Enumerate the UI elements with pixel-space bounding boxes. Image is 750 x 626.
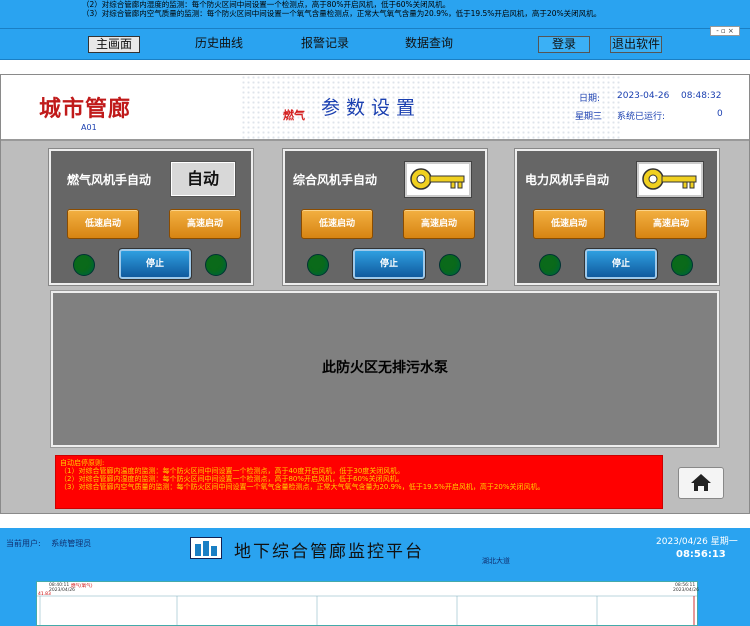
page-title: 参数设置 (321, 97, 422, 119)
combined-fan-title: 综合风机手自动 (293, 173, 378, 187)
nav-history-curve[interactable]: 历史曲线 (186, 36, 252, 53)
gas-fan-title: 燃气风机手自动 (67, 173, 152, 187)
platform-logo (190, 537, 222, 559)
power-fan-title: 电力风机手自动 (525, 173, 610, 187)
chart-area: 08:40:11 燃气(氧气) 2023/04/26 41.83 08:56:1… (0, 568, 750, 626)
combined-fan-card: 综合风机手自动 低速启动 高速启动 停止 (282, 148, 488, 286)
trend-chart: 08:40:11 燃气(氧气) 2023/04/26 41.83 08:56:1… (36, 581, 699, 626)
nav-main-screen[interactable]: 主画面 (88, 36, 140, 53)
power-fan-low-indicator (539, 254, 561, 276)
location-name: 湖北大道 (482, 557, 510, 565)
key-icon (642, 168, 697, 190)
top-info-line: （3）对综合管廊内空气质量的监测：每个防火区间中间设置一个氧气含量检测点，正常大… (82, 9, 602, 18)
user-label: 当前用户: (6, 539, 41, 548)
combined-fan-low-speed-button[interactable]: 低速启动 (301, 209, 373, 239)
home-button[interactable] (678, 467, 724, 499)
notice-line: （2）对综合管廊内湿度的监测：每个防火区间中间设置一个检测点，高于80%开启风机… (60, 475, 404, 483)
nav-exit[interactable]: 退出软件 (610, 36, 662, 53)
nav-alarm-record[interactable]: 报警记录 (292, 36, 358, 53)
platform-bar: 当前用户: 系统管理员 地下综合管廊监控平台 湖北大道 2023/04/26 星… (0, 528, 750, 568)
main-panel: 城市管廊 A01 燃气 参数设置 日期: 2023-04-26 08:48:32… (0, 74, 750, 514)
gas-fan-mode-toggle[interactable]: 自动 (170, 161, 236, 197)
power-fan-low-speed-button[interactable]: 低速启动 (533, 209, 605, 239)
combined-fan-stop-button[interactable]: 停止 (352, 248, 426, 280)
home-icon (691, 474, 711, 491)
power-fan-high-indicator (671, 254, 693, 276)
pump-status-message: 此防火区无排污水泵 (50, 290, 720, 448)
current-user: 当前用户: 系统管理员 (6, 538, 91, 549)
date-label: 日期: (579, 94, 601, 104)
weekday: 星期三 (575, 112, 603, 122)
top-info-line: （2）对综合管廊内湿度的监测：每个防火区间中间设置一个检测点，高于80%开启风机… (82, 0, 451, 9)
chart-right-date: 2023/04/26 (673, 588, 699, 593)
platform-title: 地下综合管廊监控平台 (234, 542, 424, 562)
time-value: 08:48:32 (681, 91, 722, 101)
auto-rules-notice: 自动启停原则: （1）对综合管廊内温度的监测：每个防火区间中间设置一个检测点，高… (55, 455, 663, 509)
combined-fan-key-switch[interactable] (404, 161, 472, 198)
chart-y-tick: 41.83 (38, 592, 51, 597)
nav-data-query[interactable]: 数据查询 (396, 36, 462, 53)
top-info-strip: （2）对综合管廊内湿度的监测：每个防火区间中间设置一个检测点，高于80%开启风机… (0, 0, 750, 28)
panel-header: 城市管廊 A01 燃气 参数设置 日期: 2023-04-26 08:48:32… (1, 75, 749, 141)
footer-date: 2023/04/26 星期一 (656, 537, 738, 547)
user-name: 系统管理员 (51, 539, 92, 548)
gas-fan-low-indicator (73, 254, 95, 276)
combined-fan-high-indicator (439, 254, 461, 276)
chart-left-date: 2023/04/26 (49, 588, 75, 593)
power-fan-high-speed-button[interactable]: 高速启动 (635, 209, 707, 239)
gas-fan-card: 燃气风机手自动 自动 低速启动 高速启动 停止 (48, 148, 254, 286)
runtime-label: 系统已运行: (617, 112, 666, 122)
gas-fan-high-speed-button[interactable]: 高速启动 (169, 209, 241, 239)
gas-fan-stop-button[interactable]: 停止 (118, 248, 192, 280)
city-title: 城市管廊 (39, 96, 132, 122)
building-icon (195, 541, 217, 556)
footer-time: 08:56:13 (676, 549, 726, 560)
combined-fan-low-indicator (307, 254, 329, 276)
power-fan-card: 电力风机手自动 低速启动 高速启动 停止 (514, 148, 720, 286)
zone-code: A01 (81, 123, 97, 132)
gas-tag: 燃气 (283, 109, 305, 122)
combined-fan-high-speed-button[interactable]: 高速启动 (403, 209, 475, 239)
spacer (0, 514, 750, 528)
notice-line: （1）对综合管廊内温度的监测：每个防火区间中间设置一个检测点，高于40度开启风机… (60, 467, 405, 475)
gas-fan-high-indicator (205, 254, 227, 276)
notice-line: 自动启停原则: (60, 459, 105, 467)
window-controls[interactable]: - ▫ × (710, 26, 740, 36)
chart-grid (37, 595, 697, 625)
gas-fan-low-speed-button[interactable]: 低速启动 (67, 209, 139, 239)
notice-line: （3）对综合管廊内空气质量的监测：每个防火区间中间设置一个氧气含量检测点，正常大… (60, 483, 545, 491)
spacer (0, 60, 750, 74)
nav-login[interactable]: 登录 (538, 36, 590, 53)
power-fan-stop-button[interactable]: 停止 (584, 248, 658, 280)
date-value: 2023-04-26 (617, 91, 670, 101)
runtime-value: 0 (717, 109, 723, 119)
nav-bar: 主画面 历史曲线 报警记录 数据查询 登录 退出软件 (0, 28, 750, 60)
key-icon (410, 168, 465, 190)
power-fan-key-switch[interactable] (636, 161, 704, 198)
